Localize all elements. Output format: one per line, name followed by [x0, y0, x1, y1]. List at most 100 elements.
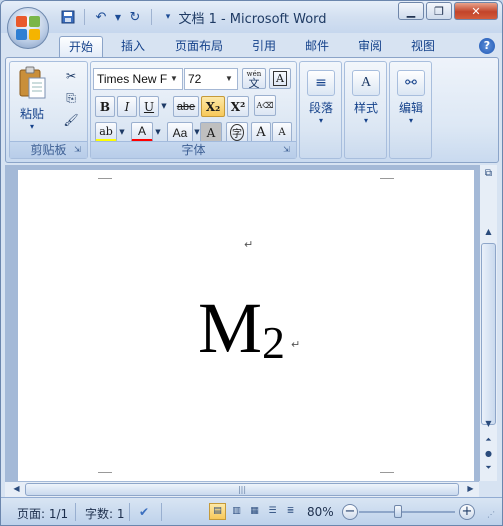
- copy-icon[interactable]: ⎘: [60, 88, 82, 108]
- word-window: ↶ ▼ ↻ ▾ 文档 1 - Microsoft Word ▁ ❐ ✕ 开始 插…: [0, 0, 503, 526]
- text-highlight-button[interactable]: ab: [95, 122, 117, 143]
- strikethrough-button[interactable]: abe: [173, 96, 199, 117]
- ruler-toggle-icon[interactable]: ⧉: [481, 167, 496, 181]
- document-page[interactable]: ↵ M2 ↵: [18, 170, 474, 481]
- tab-home[interactable]: 开始: [59, 36, 103, 57]
- proofing-icon[interactable]: ✔: [139, 505, 149, 519]
- main-char: M: [198, 288, 263, 368]
- scroll-left-icon[interactable]: ◀: [9, 482, 24, 496]
- zoom-in-icon[interactable]: +: [459, 504, 475, 520]
- tab-references[interactable]: 引用: [244, 36, 284, 57]
- tab-view[interactable]: 视图: [403, 36, 443, 57]
- tab-review[interactable]: 审阅: [350, 36, 390, 57]
- paste-dropdown-icon: ▾: [29, 122, 34, 131]
- enclose-characters-button[interactable]: 字: [226, 122, 248, 143]
- font-name-value: Times New F: [97, 72, 168, 86]
- change-case-button[interactable]: Aa: [167, 122, 193, 143]
- horizontal-scroll-thumb[interactable]: |||: [25, 483, 459, 496]
- binoculars-icon: ⚯: [397, 70, 425, 96]
- document-text[interactable]: M2: [198, 292, 285, 366]
- bold-button[interactable]: B: [95, 96, 115, 117]
- styles-icon: A: [352, 70, 380, 96]
- subscript-button[interactable]: X₂: [201, 96, 225, 117]
- clipboard-group: 粘贴 ▾ ✂ ⎘ 🖌 剪贴板 ⇲: [9, 61, 88, 159]
- paragraph-align-icon: ≡: [307, 70, 335, 96]
- vertical-scrollbar[interactable]: ⧉ ▲ ▼ ⏶ ● ⏷: [479, 165, 497, 481]
- editing-button[interactable]: ⚯ 编辑 ▾: [384, 64, 438, 142]
- select-browse-object-icon[interactable]: ●: [481, 447, 496, 461]
- zoom-out-icon[interactable]: −: [342, 504, 358, 520]
- font-color-dropdown-icon[interactable]: ▼: [153, 122, 163, 142]
- scroll-right-icon[interactable]: ▶: [463, 482, 478, 496]
- zoom-slider-track[interactable]: [359, 511, 455, 513]
- italic-button[interactable]: I: [117, 96, 137, 117]
- scroll-up-icon[interactable]: ▲: [481, 225, 496, 239]
- editing-dropdown-icon: ▾: [408, 116, 413, 125]
- resize-grip-icon[interactable]: ⋰: [487, 510, 495, 519]
- highlight-dropdown-icon[interactable]: ▼: [117, 122, 127, 142]
- paste-button[interactable]: 粘贴 ▾: [13, 64, 51, 138]
- title-bar: ↶ ▼ ↻ ▾ 文档 1 - Microsoft Word ▁ ❐ ✕: [1, 1, 502, 33]
- scroll-down-icon[interactable]: ▼: [481, 417, 496, 431]
- close-button[interactable]: ✕: [454, 2, 498, 20]
- office-button[interactable]: [7, 7, 49, 49]
- shrink-font-button[interactable]: A: [272, 122, 292, 143]
- font-group: Times New F ▼ 72 ▼ wén 文 A B I U ▼ abe X…: [90, 61, 297, 159]
- phonetic-char: 文: [248, 76, 260, 90]
- font-group-label: 字体: [91, 141, 296, 158]
- styles-group: A 样式 ▾: [344, 61, 387, 159]
- outline-view-icon[interactable]: ☰: [264, 503, 281, 520]
- zoom-level[interactable]: 80%: [307, 505, 334, 519]
- clipboard-launcher-icon[interactable]: ⇲: [74, 145, 84, 155]
- paragraph-mark-1: ↵: [244, 238, 254, 251]
- full-screen-reading-icon[interactable]: ▥: [228, 503, 245, 520]
- vertical-scroll-thumb[interactable]: [481, 243, 496, 425]
- paragraph-mark-2: ↵: [291, 338, 301, 351]
- phonetic-guide-button[interactable]: wén 文: [242, 68, 266, 89]
- restore-button[interactable]: ❐: [426, 2, 452, 20]
- paragraph-group: ≡ 段落 ▾: [299, 61, 342, 159]
- ribbon: 粘贴 ▾ ✂ ⎘ 🖌 剪贴板 ⇲ Times New F ▼ 72 ▼ wén …: [5, 57, 499, 163]
- office-logo-icon: [16, 16, 40, 40]
- help-icon[interactable]: ?: [479, 38, 495, 54]
- font-name-dropdown-icon[interactable]: ▼: [170, 69, 180, 89]
- next-page-icon[interactable]: ⏷: [481, 461, 496, 475]
- character-border-button[interactable]: A: [269, 68, 291, 89]
- font-launcher-icon[interactable]: ⇲: [283, 145, 293, 155]
- word-count[interactable]: 字数: 1: [85, 505, 125, 522]
- cut-icon[interactable]: ✂: [60, 66, 82, 86]
- previous-page-icon[interactable]: ⏶: [481, 433, 496, 447]
- horizontal-scrollbar[interactable]: ◀ ||| ▶: [5, 481, 479, 497]
- window-controls: ▁ ❐ ✕: [398, 2, 498, 20]
- font-size-value: 72: [188, 72, 202, 86]
- minimize-button[interactable]: ▁: [398, 2, 424, 20]
- underline-dropdown-icon[interactable]: ▼: [159, 96, 169, 116]
- font-name-combo[interactable]: Times New F ▼: [93, 68, 183, 90]
- page-count[interactable]: 页面: 1/1: [17, 505, 68, 522]
- editing-group: ⚯ 编辑 ▾: [389, 61, 432, 159]
- font-color-button[interactable]: A: [131, 122, 153, 143]
- tab-insert[interactable]: 插入: [113, 36, 153, 57]
- crop-mark-top-left: [98, 169, 112, 179]
- subscript-char: 2: [262, 317, 286, 368]
- grow-font-button[interactable]: A: [251, 122, 271, 143]
- character-shading-button[interactable]: A: [200, 122, 222, 143]
- tab-page-layout[interactable]: 页面布局: [167, 36, 231, 57]
- print-layout-view-icon[interactable]: ▤: [209, 503, 226, 520]
- clipboard-icon: [19, 66, 46, 99]
- enclose-char: 字: [230, 124, 244, 141]
- web-layout-icon[interactable]: ▦: [246, 503, 263, 520]
- draft-view-icon[interactable]: ≣: [282, 503, 299, 520]
- status-bar: 页面: 1/1 字数: 1 ✔ ▤ ▥ ▦ ☰ ≣ 80% − + ⋰: [1, 497, 502, 525]
- font-size-dropdown-icon[interactable]: ▼: [225, 69, 235, 89]
- paste-label: 粘贴: [19, 107, 44, 121]
- document-area: ↵ M2 ↵: [5, 165, 479, 481]
- font-size-combo[interactable]: 72 ▼: [184, 68, 238, 90]
- tab-mailings[interactable]: 邮件: [297, 36, 337, 57]
- zoom-slider-thumb[interactable]: [394, 505, 402, 518]
- superscript-button[interactable]: X²: [227, 96, 249, 117]
- underline-button[interactable]: U: [139, 96, 159, 117]
- format-painter-icon[interactable]: 🖌: [60, 110, 82, 130]
- clear-formatting-button[interactable]: A⌫: [254, 95, 276, 116]
- crop-mark-top-right: [380, 169, 394, 179]
